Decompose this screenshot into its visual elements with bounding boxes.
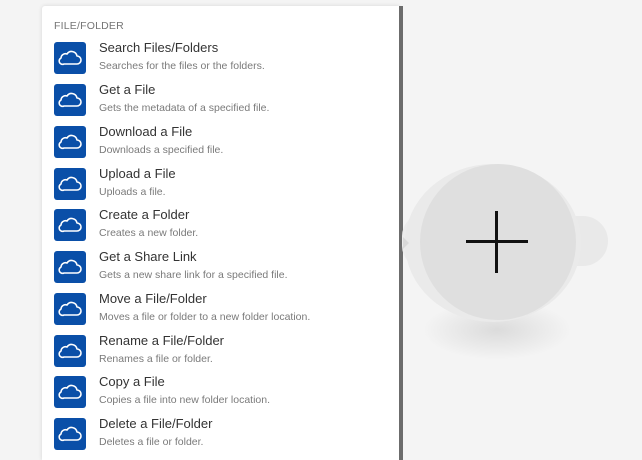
menu-item-title: Get a Share Link [99, 249, 197, 264]
menu-item-title: Rename a File/Folder [99, 333, 224, 348]
menu-item-description: Moves a file or folder to a new folder l… [99, 311, 311, 323]
menu-item-delete-a-file-folder[interactable]: Delete a File/Folder Deletes a file or f… [42, 416, 399, 458]
menu-item-title: Move a File/Folder [99, 291, 207, 306]
menu-item-title: Create a Folder [99, 207, 190, 222]
dropdown-pointer-icon [403, 237, 409, 249]
onedrive-cloud-icon [54, 126, 86, 158]
onedrive-cloud-icon [54, 251, 86, 283]
onedrive-cloud-icon [54, 209, 86, 241]
action-dropdown-menu: FILE/FOLDER Search Files/Folders Searche… [42, 6, 399, 460]
plus-icon[interactable] [466, 211, 528, 273]
menu-item-get-a-share-link[interactable]: Get a Share Link Gets a new share link f… [42, 249, 399, 291]
menu-item-description: Searches for the files or the folders. [99, 60, 265, 72]
menu-item-description: Uploads a file. [99, 186, 166, 198]
menu-item-title: Upload a File [99, 166, 176, 181]
onedrive-cloud-icon [54, 168, 86, 200]
menu-item-description: Gets the metadata of a specified file. [99, 102, 270, 114]
menu-item-create-a-folder[interactable]: Create a Folder Creates a new folder. [42, 207, 399, 249]
menu-item-title: Get a File [99, 82, 156, 97]
onedrive-cloud-icon [54, 418, 86, 450]
onedrive-cloud-icon [54, 335, 86, 367]
section-header: FILE/FOLDER [54, 20, 124, 32]
menu-item-move-a-file-folder[interactable]: Move a File/Folder Moves a file or folde… [42, 291, 399, 333]
menu-item-description: Creates a new folder. [99, 227, 199, 239]
plus-icon-vertical [495, 211, 498, 273]
menu-item-description: Renames a file or folder. [99, 353, 213, 365]
onedrive-cloud-icon [54, 42, 86, 74]
menu-item-download-a-file[interactable]: Download a File Downloads a specified fi… [42, 124, 399, 166]
menu-item-description: Copies a file into new folder location. [99, 394, 271, 406]
menu-item-description: Deletes a file or folder. [99, 436, 204, 448]
menu-item-title: Search Files/Folders [99, 40, 219, 55]
menu-item-search-files-folders[interactable]: Search Files/Folders Searches for the fi… [42, 40, 399, 82]
menu-item-copy-a-file[interactable]: Copy a File Copies a file into new folde… [42, 374, 399, 416]
menu-item-description: Gets a new share link for a specified fi… [99, 269, 288, 281]
menu-item-title: Download a File [99, 124, 193, 139]
menu-item-title: Copy a File [99, 374, 165, 389]
menu-item-get-a-file[interactable]: Get a File Gets the metadata of a specif… [42, 82, 399, 124]
menu-item-upload-a-file[interactable]: Upload a File Uploads a file. [42, 166, 399, 208]
onedrive-cloud-icon [54, 293, 86, 325]
menu-item-rename-a-file-folder[interactable]: Rename a File/Folder Renames a file or f… [42, 333, 399, 375]
onedrive-cloud-icon [54, 84, 86, 116]
onedrive-cloud-icon [54, 376, 86, 408]
menu-item-description: Downloads a specified file. [99, 144, 224, 156]
menu-item-title: Delete a File/Folder [99, 416, 213, 431]
